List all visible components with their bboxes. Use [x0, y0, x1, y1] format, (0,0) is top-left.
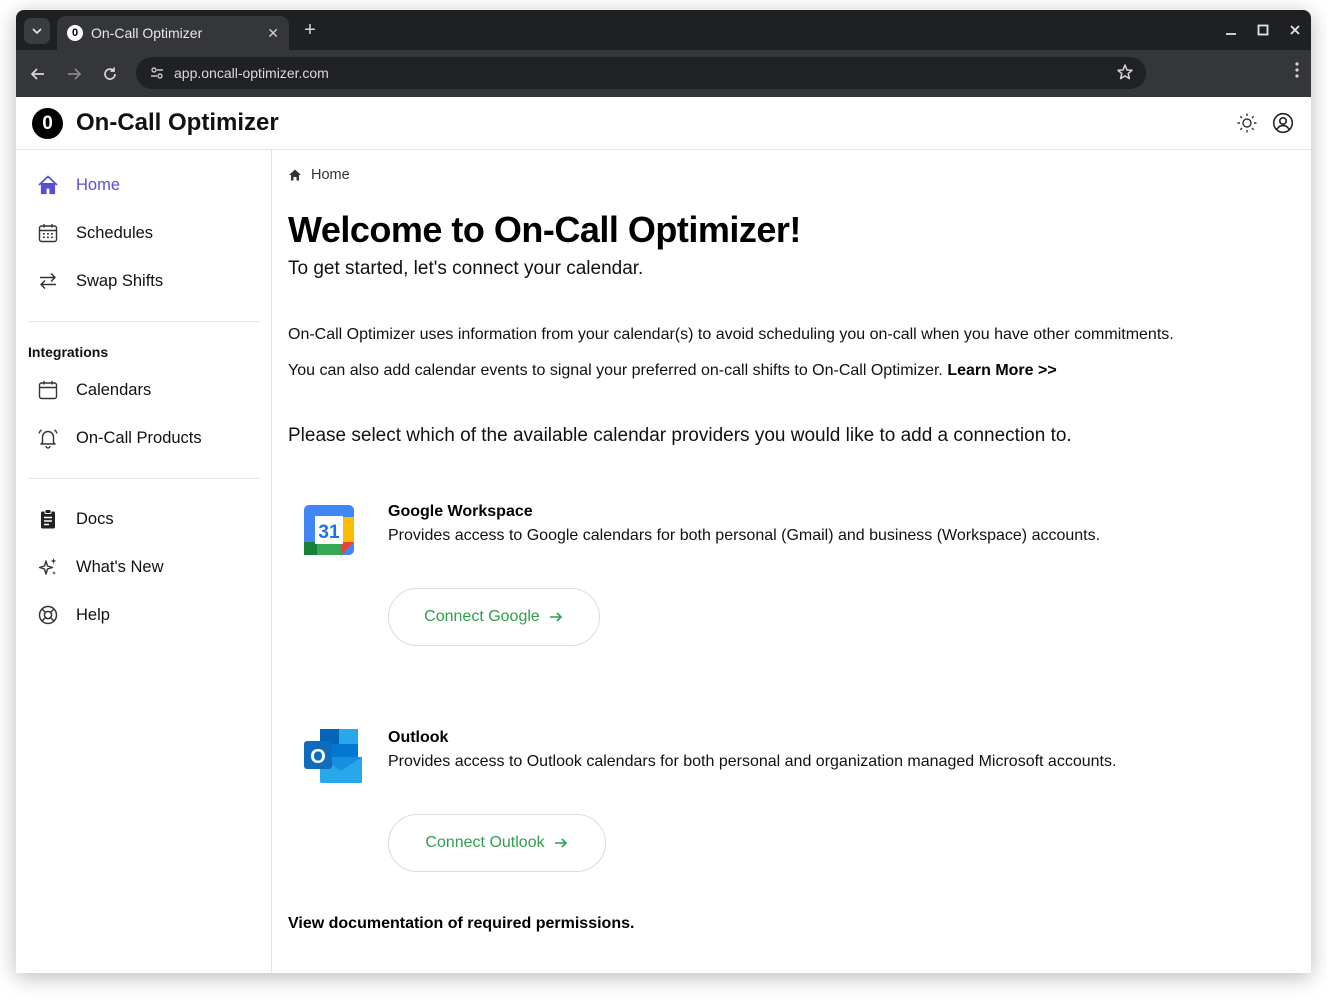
maximize-button[interactable] — [1251, 18, 1275, 42]
arrow-right-icon — [553, 835, 569, 851]
outlook-logo-text: O — [310, 746, 326, 768]
page-subtitle: To get started, let's connect your calen… — [288, 258, 644, 279]
new-tab-button[interactable]: + — [298, 18, 322, 42]
provider-prompt: Please select which of the available cal… — [288, 425, 1072, 446]
close-tab-icon[interactable]: ✕ — [267, 25, 279, 42]
site-settings-icon[interactable] — [148, 64, 166, 82]
sidebar-divider — [28, 321, 260, 322]
url-text: app.oncall-optimizer.com — [174, 65, 329, 81]
sidebar-section-integrations: Integrations — [28, 344, 109, 360]
app-title[interactable]: On-Call Optimizer — [76, 109, 279, 137]
tab-bar: 0 On-Call Optimizer ✕ + — [16, 10, 1311, 50]
intro-text-2: You can also add calendar events to sign… — [288, 362, 1057, 380]
close-window-button[interactable] — [1283, 18, 1307, 42]
theme-toggle-icon[interactable] — [1235, 111, 1259, 135]
user-account-icon[interactable] — [1271, 111, 1295, 135]
breadcrumb-home[interactable]: Home — [311, 167, 350, 183]
sidebar-item-swap-shifts[interactable]: Swap Shifts — [28, 261, 260, 301]
forward-button[interactable] — [62, 62, 86, 86]
sidebar-item-label: Swap Shifts — [76, 271, 164, 290]
sidebar-item-label: Home — [76, 175, 121, 194]
minimize-icon — [1226, 33, 1236, 35]
provider-name-google: Google Workspace — [388, 503, 533, 520]
maximize-icon — [1257, 24, 1269, 36]
clipboard-icon — [36, 507, 60, 531]
sidebar-item-label: What's New — [76, 557, 164, 576]
connect-google-label: Connect Google — [424, 608, 540, 625]
bell-icon — [36, 426, 60, 450]
provider-description-google: Provides access to Google calendars for … — [388, 527, 1101, 544]
page-title: Welcome to On-Call Optimizer! — [288, 209, 801, 250]
browser-toolbar: app.oncall-optimizer.com — [16, 50, 1311, 97]
sidebar-item-label: On-Call Products — [76, 428, 202, 447]
connect-outlook-label: Connect Outlook — [425, 834, 545, 851]
sidebar-item-on-call-products[interactable]: On-Call Products — [28, 418, 260, 458]
intro-text: On-Call Optimizer uses information from … — [288, 326, 1174, 343]
sidebar-item-whats-new[interactable]: What's New — [28, 547, 260, 587]
sidebar-item-label: Docs — [76, 509, 114, 528]
calendar-icon — [36, 378, 60, 402]
browser-menu-icon[interactable] — [1295, 62, 1299, 83]
lifebuoy-icon — [36, 603, 60, 627]
minimize-button[interactable] — [1219, 18, 1243, 42]
breadcrumb: Home — [288, 167, 350, 183]
app-logo[interactable]: 0 — [32, 108, 63, 139]
reload-button[interactable] — [98, 62, 122, 86]
provider-name-outlook: Outlook — [388, 729, 449, 746]
reload-icon — [104, 67, 116, 80]
connect-google-button[interactable]: Connect Google — [388, 588, 600, 646]
sidebar-item-label: Help — [76, 605, 110, 624]
arrow-right-icon — [548, 609, 564, 625]
sidebar-item-home[interactable]: Home — [28, 165, 260, 205]
sidebar-item-schedules[interactable]: Schedules — [28, 213, 260, 253]
sidebar-item-docs[interactable]: Docs — [28, 499, 260, 539]
sidebar: Home Schedules Swap Shifts Integrations … — [16, 150, 272, 973]
close-icon — [1290, 25, 1300, 35]
browser-window: 0 On-Call Optimizer ✕ + app.oncall-optim… — [16, 10, 1311, 973]
chevron-down-icon — [32, 28, 42, 35]
tab-search-button[interactable] — [24, 18, 50, 44]
bookmark-star-icon[interactable] — [1116, 63, 1134, 86]
sidebar-item-help[interactable]: Help — [28, 595, 260, 635]
app-header: 0 On-Call Optimizer — [16, 97, 1311, 150]
tab-title: On-Call Optimizer — [91, 25, 203, 41]
address-bar[interactable]: app.oncall-optimizer.com — [136, 57, 1146, 89]
permissions-docs-link[interactable]: View documentation of required permissio… — [288, 915, 634, 933]
learn-more-link[interactable]: Learn More >> — [947, 362, 1056, 379]
provider-description-outlook: Provides access to Outlook calendars for… — [388, 753, 1117, 770]
swap-arrows-icon — [36, 269, 60, 293]
back-arrow-icon — [30, 68, 44, 80]
connect-outlook-button[interactable]: Connect Outlook — [388, 814, 606, 872]
google-calendar-logo-text: 31 — [318, 522, 340, 543]
outlook-logo: O — [302, 727, 362, 787]
main-content: Home Welcome to On-Call Optimizer! To ge… — [272, 150, 1311, 973]
sidebar-item-calendars[interactable]: Calendars — [28, 370, 260, 410]
browser-tab[interactable]: 0 On-Call Optimizer ✕ — [57, 16, 289, 50]
sidebar-item-label: Calendars — [76, 380, 152, 399]
home-icon — [288, 168, 302, 182]
forward-arrow-icon — [68, 68, 82, 80]
tab-favicon: 0 — [67, 25, 83, 41]
sidebar-divider — [28, 478, 260, 479]
home-icon — [36, 173, 60, 197]
google-calendar-logo: 31 — [302, 503, 362, 563]
sparkles-icon — [36, 555, 60, 579]
back-button[interactable] — [26, 62, 50, 86]
sidebar-item-label: Schedules — [76, 223, 154, 242]
intro-text-2-body: You can also add calendar events to sign… — [288, 362, 943, 379]
calendar-grid-icon — [36, 221, 60, 245]
